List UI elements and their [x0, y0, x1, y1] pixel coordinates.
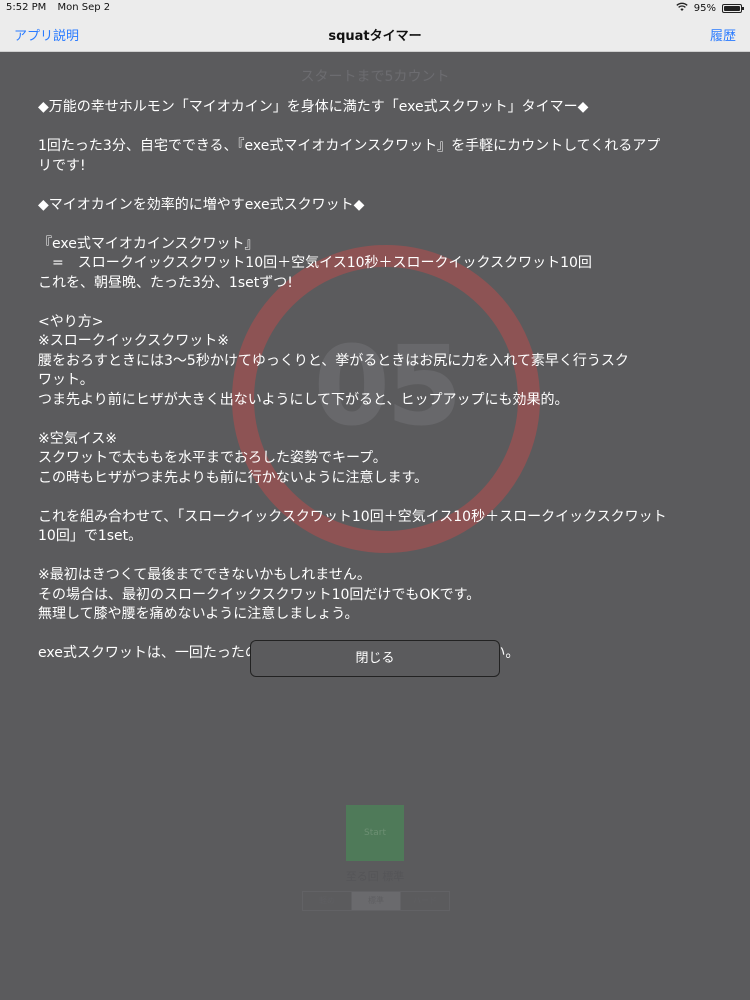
desc-line: ※空気イス※ — [38, 430, 118, 447]
desc-line: 1回たった3分、自宅でできる、『exe式マイオカインスクワット』を手軽にカウント… — [38, 138, 661, 154]
desc-line — [38, 293, 718, 313]
close-button[interactable]: 閉じる — [250, 640, 500, 677]
desc-line: スクワットで太ももを水平までおろした姿勢でキープ。 — [38, 450, 387, 466]
desc-line: ◆万能の幸せホルモン「マイオカイン」を身体に満たす「exe式スクワット」タイマー… — [38, 99, 589, 115]
status-bar: 5:52 PM Mon Sep 2 95% — [0, 0, 750, 16]
desc-line: これを、朝昼晩、たった3分、1setずつ! — [38, 274, 293, 291]
desc-line: = スロークイックスクワット10回＋空気イス10秒＋スロークイックスクワット10… — [38, 255, 592, 271]
battery-percent: 95% — [693, 3, 716, 14]
desc-line: つま先より前にヒザが大きく出ないようにして下がると、ヒップアップにも効果的。 — [38, 391, 569, 408]
desc-line: これを組み合わせて、「スロークイックスクワット10回＋空気イス10秒＋スロークイ… — [38, 508, 667, 525]
segment-light: 軽め — [303, 892, 352, 910]
mode-label: 至る回 標準 — [345, 870, 405, 883]
history-button[interactable]: 履歴 — [710, 25, 736, 44]
desc-line: その場合は、最初のスロークイックスクワット10回だけでもOKです。 — [38, 586, 481, 603]
desc-line: ※スロークイックスクワット※ — [38, 333, 230, 349]
wifi-icon — [676, 2, 688, 15]
desc-line: 『exe式マイオカインスクワット』 — [38, 235, 259, 252]
status-time: 5:52 PM — [6, 2, 47, 13]
desc-line: ◆マイオカインを効率的に増やすexe式スクワット◆ — [38, 196, 365, 213]
navigation-bar: アプリ説明 squatタイマー 履歴 — [0, 16, 750, 52]
page-title: squatタイマー — [328, 29, 422, 44]
desc-line: <やり方> — [38, 313, 104, 330]
app-description-text: ◆万能の幸せホルモン「マイオカイン」を身体に満たす「exe式スクワット」タイマー… — [38, 98, 718, 664]
desc-line: 腰をおろすときには3〜5秒かけてゆっくりと、挙がるときはお尻に力を入れて素早く行… — [38, 352, 629, 369]
desc-line — [38, 176, 718, 196]
desc-line — [38, 215, 718, 235]
desc-line — [38, 118, 718, 138]
desc-line: リです! — [38, 157, 86, 174]
difficulty-segmented-control: 軽め 標準 ハード — [302, 891, 450, 911]
segment-hard: ハード — [413, 896, 437, 905]
desc-line — [38, 547, 718, 567]
battery-icon — [722, 4, 744, 13]
status-date: Mon Sep 2 — [57, 2, 111, 13]
countdown-caption: スタートまで5カウント — [300, 69, 450, 85]
desc-line: 10回」で1set。 — [38, 528, 143, 544]
desc-line: ワット。 — [38, 372, 94, 388]
segment-standard: 標準 — [352, 892, 401, 910]
desc-line: ※最初はきつくて最後までできないかもしれません。 — [38, 567, 371, 583]
desc-line: 無理して膝や腰を痛めないように注意しましょう。 — [38, 606, 359, 622]
desc-line: この時もヒザがつま先よりも前に行かないように注意します。 — [38, 469, 429, 486]
desc-line — [38, 410, 718, 430]
start-button: Start — [346, 805, 404, 861]
desc-line — [38, 488, 718, 508]
